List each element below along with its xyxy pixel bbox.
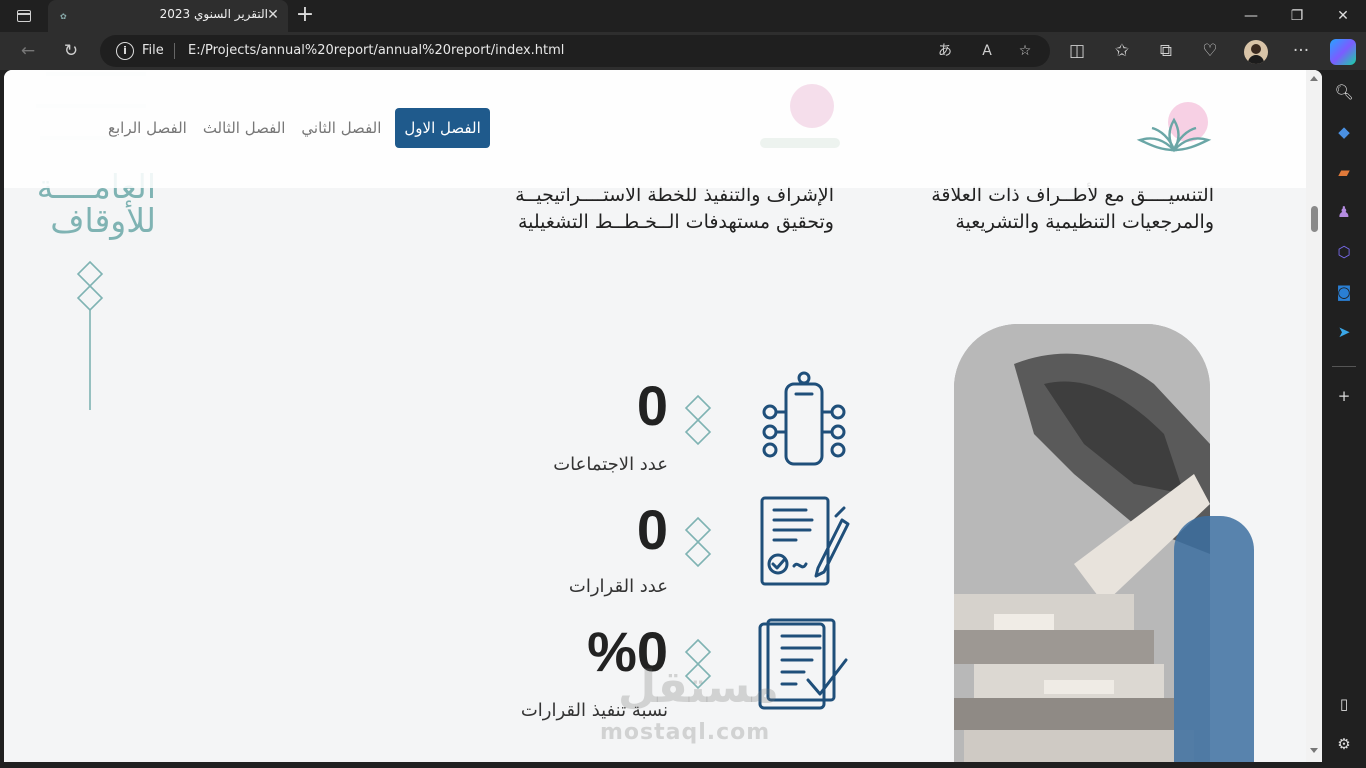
url-text[interactable]: E:/Projects/annual%20report/annual%20rep… [188,43,564,58]
tools-icon[interactable]: ▰ [1332,160,1356,184]
add-app-icon[interactable]: + [1332,384,1356,408]
browser-essentials-icon[interactable]: ♡ [1196,37,1224,65]
diamond-divider-icon [684,516,712,568]
side-title-line2: للأوقاف [50,201,156,240]
meetings-count: 0 [636,374,668,437]
sidebar-settings-icon[interactable]: ⚙ [1332,732,1356,756]
hide-sidebar-icon[interactable]: ▯ [1332,692,1356,716]
browser-toolbar: ← ↻ i File E:/Projects/annual%20report/a… [0,32,1366,70]
telegram-icon[interactable]: ➤ [1332,320,1356,344]
url-scheme: File [142,43,164,58]
shopping-tag-icon[interactable]: ◆ [1332,120,1356,144]
goal-coordination-text: التنسيــــق مع لأطــراف ذات العلاقة والم… [931,184,1214,233]
chapter-nav: الفصل الاول الفصل الثاني الفصل الثالث ال… [100,108,490,148]
goal-supervision-text: الإشراف والتنفيذ للخطة الاستــــراتيجيــ… [515,184,834,233]
side-diamond-line [76,260,104,410]
copilot-icon[interactable] [1330,39,1356,65]
microsoft365-icon[interactable]: ⬡ [1332,240,1356,264]
favorites-icon[interactable]: ✩ [1108,37,1136,65]
info-icon[interactable]: i [116,42,134,60]
page-scrollbar[interactable] [1306,70,1322,762]
window-bottom-edge [0,762,1366,768]
nav-chapter-3[interactable]: الفصل الثالث [195,108,294,148]
collections-icon[interactable]: ⧉ [1152,37,1180,65]
browser-tab[interactable]: ✿ التقرير السنوي 2023 ✕ [48,0,288,32]
translate-icon[interactable]: あ [934,40,956,62]
decisions-count: 0 [636,498,668,561]
mostaql-watermark: مستقل mostaql.com [600,662,780,752]
scroll-down-arrow-icon[interactable] [1310,748,1318,753]
read-aloud-icon[interactable]: A [976,40,998,62]
refresh-button[interactable]: ↻ [57,37,85,65]
games-icon[interactable]: ♟ [1332,200,1356,224]
decisions-label: عدد القرارات [568,576,668,597]
tab-close-icon[interactable]: ✕ [264,6,282,24]
back-button[interactable]: ← [14,37,42,65]
page-viewport: العامــــة للأوقاف التنسيــــق مع لأطــر… [4,70,1322,762]
decorative-blue-pill [1174,516,1254,762]
profile-avatar[interactable] [1244,40,1268,64]
watermark-arabic: مستقل [618,662,779,713]
signed-document-icon [760,496,850,586]
nav-chapter-2[interactable]: الفصل الثاني [293,108,389,148]
page-favicon-icon: ✿ [60,12,67,21]
favorite-star-icon[interactable]: ☆ [1014,40,1036,62]
tab-actions-button[interactable] [8,4,40,28]
nav-chapter-1[interactable]: الفصل الاول [395,108,490,148]
tab-actions-icon [17,10,31,22]
split-screen-icon[interactable]: ◫ [1063,37,1091,65]
sidebar-divider [1332,366,1356,367]
jenga-photo [954,324,1210,762]
scroll-up-arrow-icon[interactable] [1310,76,1318,81]
restore-button[interactable]: ❐ [1274,0,1320,32]
new-tab-button[interactable]: + [292,4,318,28]
address-bar[interactable]: i File E:/Projects/annual%20report/annua… [100,35,1050,67]
jenga-blocks-image [954,324,1210,762]
edge-sidebar: 🔍︎ ◆ ▰ ♟ ⬡ ◙ ➤ + ▯ ⚙ [1322,70,1366,768]
tab-title: التقرير السنوي 2023 [159,7,268,21]
close-window-button[interactable]: ✕ [1320,0,1366,32]
search-icon[interactable]: 🔍︎ [1332,80,1356,104]
meeting-icon [762,371,846,466]
diamond-divider-icon [684,394,712,446]
nav-chapter-4[interactable]: الفصل الرابع [100,108,195,148]
faded-logo-icon [760,84,840,148]
watermark-latin: mostaql.com [600,720,771,745]
outlook-icon[interactable]: ◙ [1332,280,1356,304]
browser-titlebar: ✿ التقرير السنوي 2023 ✕ + — ❐ ✕ [0,0,1366,32]
address-separator [174,43,175,59]
minimize-button[interactable]: — [1228,0,1274,32]
scrollbar-thumb[interactable] [1311,206,1318,232]
brand-logo-icon[interactable] [1134,100,1214,160]
settings-more-icon[interactable]: ··· [1287,37,1315,65]
site-header: الفصل الاول الفصل الثاني الفصل الثالث ال… [4,70,1306,188]
meetings-label: عدد الاجتماعات [553,454,668,475]
